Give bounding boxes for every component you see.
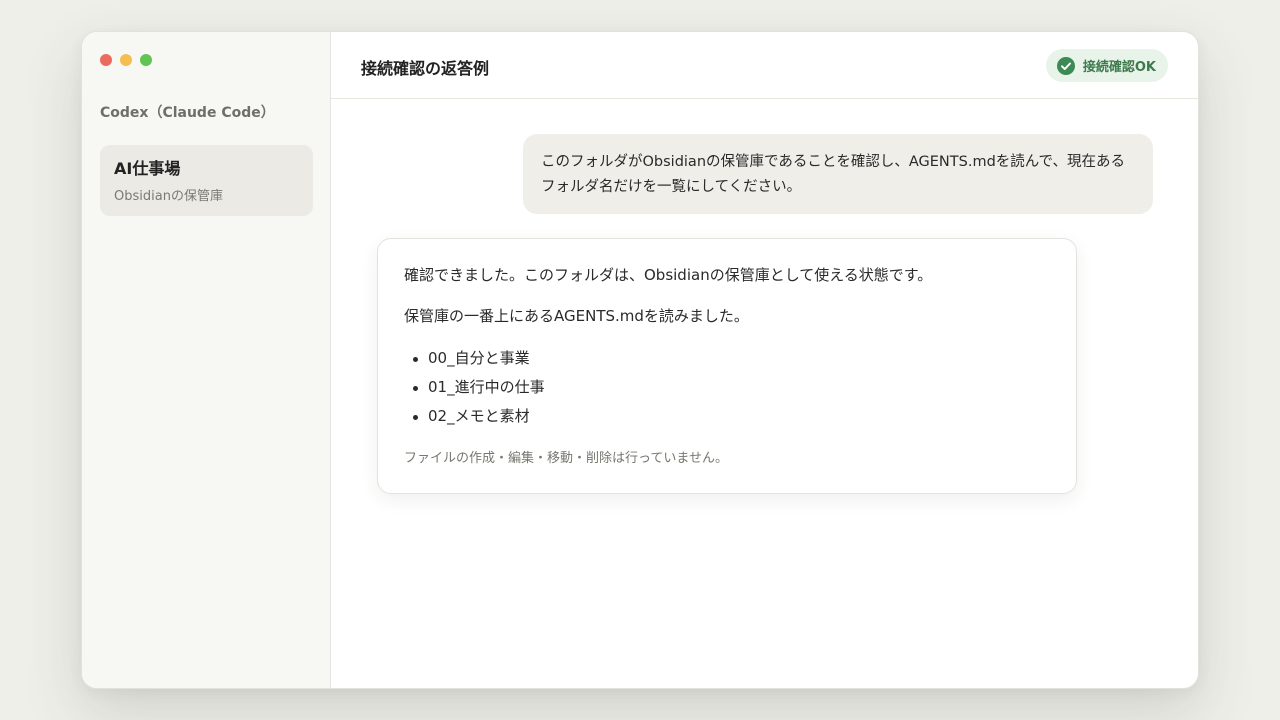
list-item: 01_進行中の仕事 (404, 373, 1050, 402)
list-item: 00_自分と事業 (404, 344, 1050, 373)
list-item: 02_メモと素材 (404, 402, 1050, 431)
assistant-line-1: 確認できました。このフォルダは、Obsidianの保管庫として使える状態です。 (404, 266, 933, 284)
assistant-line-2: 保管庫の一番上にあるAGENTS.mdを読みました。 (404, 307, 749, 325)
bullet-icon (413, 357, 418, 362)
bullet-icon (413, 415, 418, 420)
project-subtitle: Obsidianの保管庫 (114, 189, 223, 204)
folder-name: 00_自分と事業 (428, 349, 530, 367)
sidebar: Codex（Claude Code） AI仕事場 Obsidianの保管庫 (82, 32, 331, 688)
zoom-window-button[interactable] (140, 54, 152, 66)
assistant-note: ファイルの作成・編集・移動・削除は行っていません。 (404, 451, 728, 466)
check-circle-icon (1056, 56, 1075, 75)
window-controls (100, 54, 152, 66)
page-title: 接続確認の返答例 (361, 59, 490, 78)
folder-name: 02_メモと素材 (428, 407, 530, 425)
app-title: Codex（Claude Code） (100, 105, 275, 121)
close-window-button[interactable] (100, 54, 112, 66)
bullet-icon (413, 386, 418, 391)
status-badge: 接続確認OK (1045, 49, 1168, 82)
minimize-window-button[interactable] (120, 54, 132, 66)
folder-list: 00_自分と事業 01_進行中の仕事 02_メモと素材 (404, 344, 1050, 431)
sidebar-item-project[interactable]: AI仕事場 Obsidianの保管庫 (100, 145, 313, 216)
assistant-message: 確認できました。このフォルダは、Obsidianの保管庫として使える状態です。 … (377, 238, 1077, 494)
header: 接続確認の返答例 接続確認OK (331, 32, 1198, 99)
app-window: Codex（Claude Code） AI仕事場 Obsidianの保管庫 接続… (81, 31, 1199, 689)
user-message: このフォルダがObsidianの保管庫であることを確認し、AGENTS.mdを読… (523, 134, 1153, 214)
main-panel: 接続確認の返答例 接続確認OK このフォルダがObsidianの保管庫であること… (331, 32, 1198, 688)
project-name: AI仕事場 (114, 159, 181, 178)
folder-name: 01_進行中の仕事 (428, 378, 545, 396)
status-label: 接続確認OK (1082, 60, 1156, 75)
